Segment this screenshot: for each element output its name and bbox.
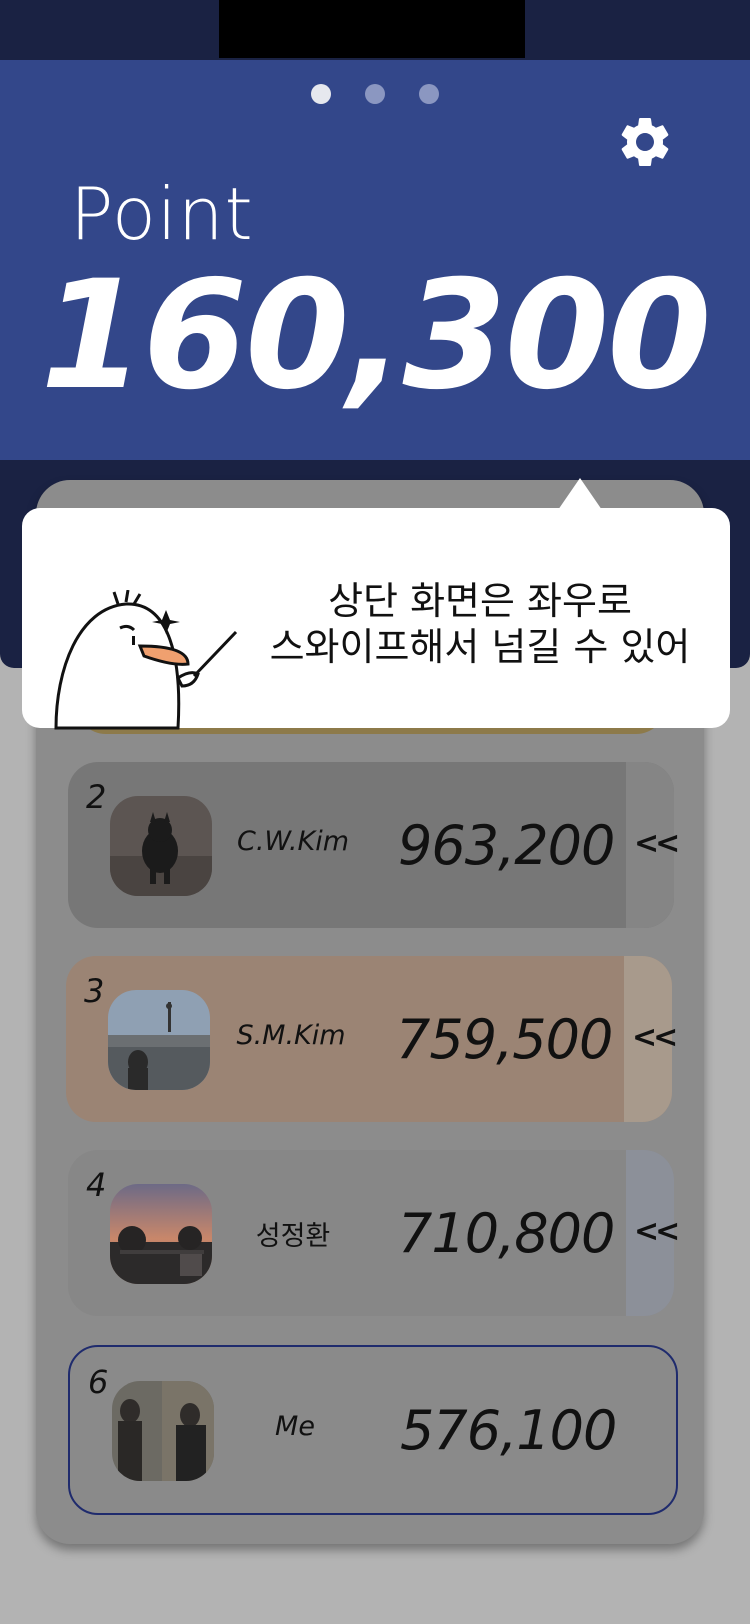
double-chevron-left-icon: << xyxy=(632,1020,678,1055)
ranking-row-3[interactable]: 3 S.M.Kim 759,500 << xyxy=(66,956,678,1122)
avatar xyxy=(112,1381,214,1481)
player-score: 963,200 xyxy=(398,814,615,877)
page-indicator xyxy=(0,84,750,104)
rank-number: 6 xyxy=(88,1363,109,1401)
tooltip-arrow xyxy=(558,478,602,510)
player-score: 576,100 xyxy=(400,1399,617,1462)
double-chevron-left-icon: << xyxy=(634,826,680,861)
player-score: 759,500 xyxy=(396,1008,613,1071)
page-dot-2[interactable] xyxy=(365,84,385,104)
bird-mascot-icon xyxy=(54,590,238,730)
tooltip-line-2: 스와이프해서 넘길 수 있어 xyxy=(269,625,691,669)
avatar xyxy=(110,1184,212,1284)
expand-tab[interactable]: << xyxy=(624,956,678,1122)
expand-tab[interactable]: << xyxy=(626,762,680,928)
avatar xyxy=(110,796,212,896)
camera-notch xyxy=(219,0,525,58)
ranking-row-2[interactable]: 2 C.W.Kim 963,200 << xyxy=(68,762,680,928)
player-name: 성정환 xyxy=(255,1221,331,1252)
player-score: 710,800 xyxy=(398,1202,615,1265)
ranking-row-4[interactable]: 4 성정환 710,800 << xyxy=(68,1150,680,1316)
point-value: 160,300 xyxy=(40,249,711,423)
rank-number: 2 xyxy=(86,778,107,816)
rank-number: 4 xyxy=(86,1166,107,1204)
rank-number: 3 xyxy=(84,972,105,1010)
expand-tab[interactable]: << xyxy=(626,1150,680,1316)
avatar xyxy=(108,990,210,1090)
page-dot-1[interactable] xyxy=(311,84,331,104)
player-name: C.W.Kim xyxy=(236,826,350,857)
page-dot-3[interactable] xyxy=(419,84,439,104)
point-label: Point xyxy=(70,172,254,256)
ranking-row-me[interactable]: 6 Me 576,100 xyxy=(68,1345,678,1515)
player-name: Me xyxy=(275,1411,315,1442)
double-chevron-left-icon: << xyxy=(634,1214,680,1249)
gear-icon[interactable] xyxy=(615,112,675,172)
player-name: S.M.Kim xyxy=(236,1020,346,1051)
